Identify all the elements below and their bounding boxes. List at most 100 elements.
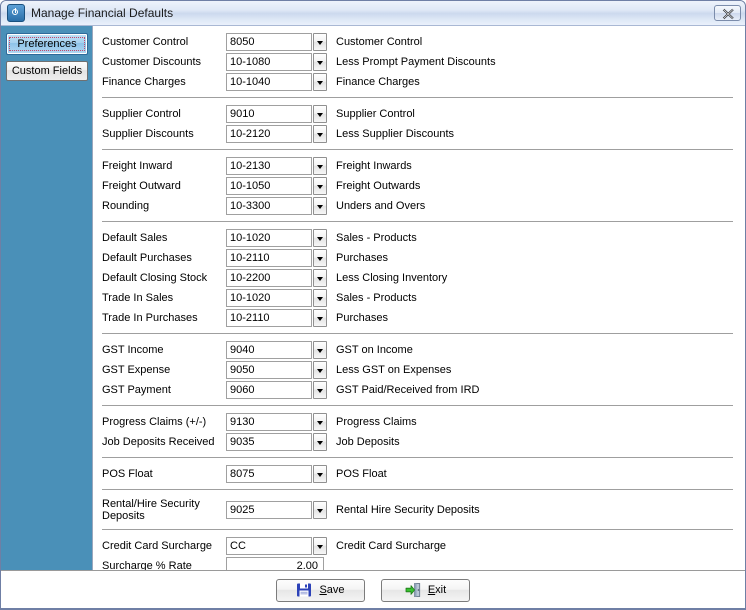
account-code-input[interactable] [226,105,312,123]
settings-row-label: Default Sales [102,232,168,244]
chevron-down-icon[interactable] [313,157,327,175]
settings-row-label: GST Expense [102,364,171,376]
settings-row-label: Supplier Discounts [102,128,194,140]
chevron-down-icon[interactable] [313,341,327,359]
settings-row: Default Closing Stock Less Closing Invent… [102,268,731,288]
settings-row-label: Job Deposits Received [102,436,215,448]
group-separator [102,149,733,150]
settings-row-field-wrap [226,249,327,267]
settings-row-field-wrap [226,433,327,451]
power-icon [7,4,25,22]
field-spacer [324,557,339,571]
save-button[interactable]: Save [276,578,365,602]
account-code-input[interactable] [226,177,312,195]
settings-group: Rental/Hire Security Deposits Rental Hire… [93,496,745,524]
account-name-text: Rental Hire Security Deposits [336,504,480,516]
chevron-down-icon[interactable] [313,197,327,215]
chevron-down-icon[interactable] [313,309,327,327]
settings-row-label: Customer Control [102,36,189,48]
settings-row-label: Credit Card Surcharge [102,540,213,552]
account-code-input[interactable] [226,249,312,267]
account-name-text: Credit Card Surcharge [336,540,447,552]
chevron-down-icon[interactable] [313,229,327,247]
account-name-text: Less Prompt Payment Discounts [336,56,496,68]
title-bar-left: Manage Financial Defaults [7,4,714,22]
preferences-panel: Customer ControlCustomer ControlCustomer… [93,26,745,571]
group-separator [102,97,733,98]
settings-row-label: Progress Claims (+/-) [102,416,207,428]
account-code-input[interactable] [226,341,312,359]
settings-row: Trade In Sales Sales - Products [102,288,731,308]
account-name-text: Freight Inwards [336,160,412,172]
chevron-down-icon[interactable] [313,381,327,399]
settings-row-label: Rounding [102,200,150,212]
chevron-down-icon[interactable] [313,501,327,519]
close-button[interactable] [714,5,741,21]
settings-row-label: Trade In Sales [102,292,174,304]
account-code-input[interactable] [226,433,312,451]
account-code-input[interactable] [226,73,312,91]
settings-row: Surcharge % Rate [102,556,731,571]
settings-row-field-wrap [226,105,327,123]
group-separator [102,489,733,490]
settings-row: Rounding Unders and Overs [102,196,731,216]
account-code-input[interactable] [226,197,312,215]
account-name-text: GST on Income [336,344,413,356]
account-code-input[interactable] [226,157,312,175]
account-code-input[interactable] [226,289,312,307]
settings-row-field-wrap [226,465,327,483]
chevron-down-icon[interactable] [313,537,327,555]
settings-row-field-wrap [226,73,327,91]
settings-row-label: GST Income [102,344,164,356]
window-title: Manage Financial Defaults [31,6,174,20]
account-code-input[interactable] [226,229,312,247]
account-code-input[interactable] [226,381,312,399]
sidebar-item-custom-fields[interactable]: Custom Fields [6,61,88,81]
exit-button-label: Exit [428,584,446,596]
account-code-input[interactable] [226,537,312,555]
chevron-down-icon[interactable] [313,249,327,267]
settings-row-label: Rental/Hire Security Deposits [102,498,200,522]
settings-row-label: Freight Inward [102,160,173,172]
chevron-down-icon[interactable] [313,269,327,287]
chevron-down-icon[interactable] [313,465,327,483]
account-code-input[interactable] [226,309,312,327]
settings-row-field-wrap [226,557,339,571]
account-code-input[interactable] [226,361,312,379]
chevron-down-icon[interactable] [313,73,327,91]
account-code-input[interactable] [226,557,324,571]
settings-row-label: Freight Outward [102,180,181,192]
chevron-down-icon[interactable] [313,177,327,195]
chevron-down-icon[interactable] [313,361,327,379]
account-name-text: Progress Claims [336,416,417,428]
chevron-down-icon[interactable] [313,105,327,123]
chevron-down-icon[interactable] [313,433,327,451]
sidebar-item-preferences[interactable]: Preferences [6,33,88,55]
settings-row: Freight Inward Freight Inwards [102,156,731,176]
account-name-text: Sales - Products [336,292,417,304]
close-icon [722,8,734,20]
account-code-input[interactable] [226,125,312,143]
account-code-input[interactable] [226,501,312,519]
chevron-down-icon[interactable] [313,53,327,71]
settings-row-field-wrap [226,381,327,399]
exit-button[interactable]: Exit [381,578,470,602]
settings-row-label: Supplier Control [102,108,181,120]
account-code-input[interactable] [226,33,312,51]
chevron-down-icon[interactable] [313,125,327,143]
account-code-input[interactable] [226,269,312,287]
chevron-down-icon[interactable] [313,289,327,307]
exit-door-icon [405,583,420,597]
chevron-down-icon[interactable] [313,413,327,431]
account-name-text: Less GST on Expenses [336,364,452,376]
account-code-input[interactable] [226,53,312,71]
settings-row: Supplier Discounts Less Supplier Discount… [102,124,731,144]
account-code-input[interactable] [226,413,312,431]
window-body: Preferences Custom Fields Customer Contr… [1,26,745,571]
exit-button-rest: xit [435,584,447,596]
sidebar-item-preferences-focus: Preferences [9,37,85,51]
account-code-input[interactable] [226,465,312,483]
manage-financial-defaults-window: Manage Financial Defaults Preferences Cu… [0,0,746,610]
chevron-down-icon[interactable] [313,33,327,51]
account-name-text: Less Closing Inventory [336,272,448,284]
